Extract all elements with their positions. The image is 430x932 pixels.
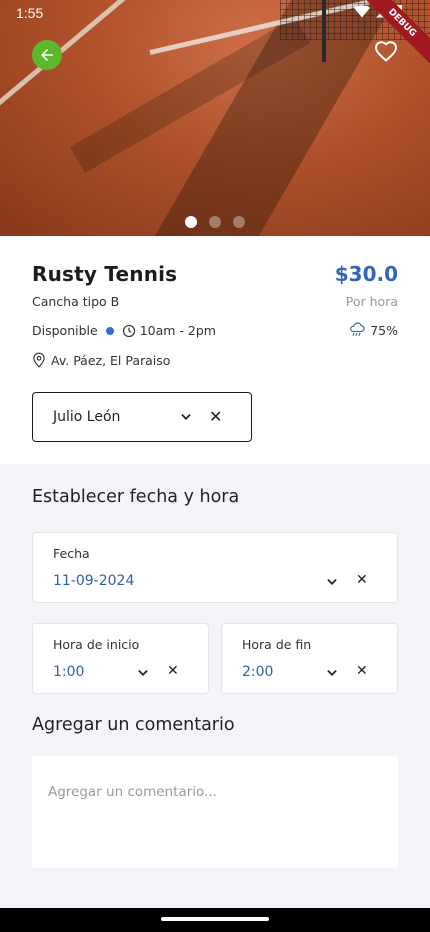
clear-icon[interactable]: ✕ [167,663,179,679]
rain-chance: 75% [370,322,398,338]
home-handle[interactable] [161,917,269,921]
court-photo[interactable] [0,0,430,236]
court-name: Rusty Tennis [32,262,178,286]
system-nav-bar [0,908,430,932]
start-time-label: Hora de inicio [53,637,140,652]
availability-row: Disponible 10am - 2pm [32,323,216,338]
end-time-value: 2:00 [242,664,274,680]
carousel-dot[interactable] [233,216,245,228]
opening-hours: 10am - 2pm [139,323,216,338]
date-label: Fecha [53,546,90,561]
rain-cloud-icon [350,322,365,337]
start-time-field[interactable]: Hora de inicio 1:00 ✕ [32,623,209,694]
comment-box [32,756,398,868]
clear-icon[interactable]: ✕ [356,663,368,679]
carousel-dot[interactable] [185,216,197,228]
end-time-label: Hora de fin [242,637,312,652]
weather-forecast: 75% [348,322,398,338]
heart-outline-icon [374,41,398,62]
chevron-down-icon[interactable] [136,666,150,680]
schedule-section-title: Establecer fecha y hora [32,487,240,507]
clock-icon [122,324,135,337]
carousel-dot[interactable] [209,216,221,228]
chevron-down-icon[interactable] [325,666,339,680]
date-field[interactable]: Fecha 11-09-2024 ✕ [32,532,398,603]
court-price: $30.0 [334,262,398,286]
start-time-value: 1:00 [53,664,85,680]
availability-label: Disponible [32,323,98,338]
clear-icon[interactable]: ✕ [356,572,368,588]
player-select-value: Julio León [53,409,121,425]
location-pin-icon [33,352,45,368]
availability-dot [105,326,114,335]
arrow-left-icon [41,49,53,61]
clear-icon[interactable]: ✕ [209,407,222,426]
court-address: Av. Páez, El Paraiso [51,352,171,368]
player-select[interactable]: Julio León ✕ [32,392,252,442]
end-time-field[interactable]: Hora de fin 2:00 ✕ [221,623,398,694]
address-row: Av. Páez, El Paraiso [32,352,170,368]
price-unit: Por hora [345,294,398,309]
chevron-down-icon[interactable] [179,410,193,424]
favorite-button[interactable] [374,40,398,64]
status-time: 1:55 [16,5,44,21]
wifi-icon [354,5,370,18]
status-bar: 1:55 [0,0,430,26]
court-type: Cancha tipo B [32,294,120,309]
court-info-card: Rusty Tennis $30.0 Cancha tipo B Por hor… [0,236,430,464]
comment-input[interactable] [32,756,398,868]
date-value: 11-09-2024 [53,573,135,589]
chevron-down-icon[interactable] [325,575,339,589]
comment-section-title: Agregar un comentario [32,715,235,735]
back-button[interactable] [32,40,62,70]
carousel-indicator [185,216,245,228]
